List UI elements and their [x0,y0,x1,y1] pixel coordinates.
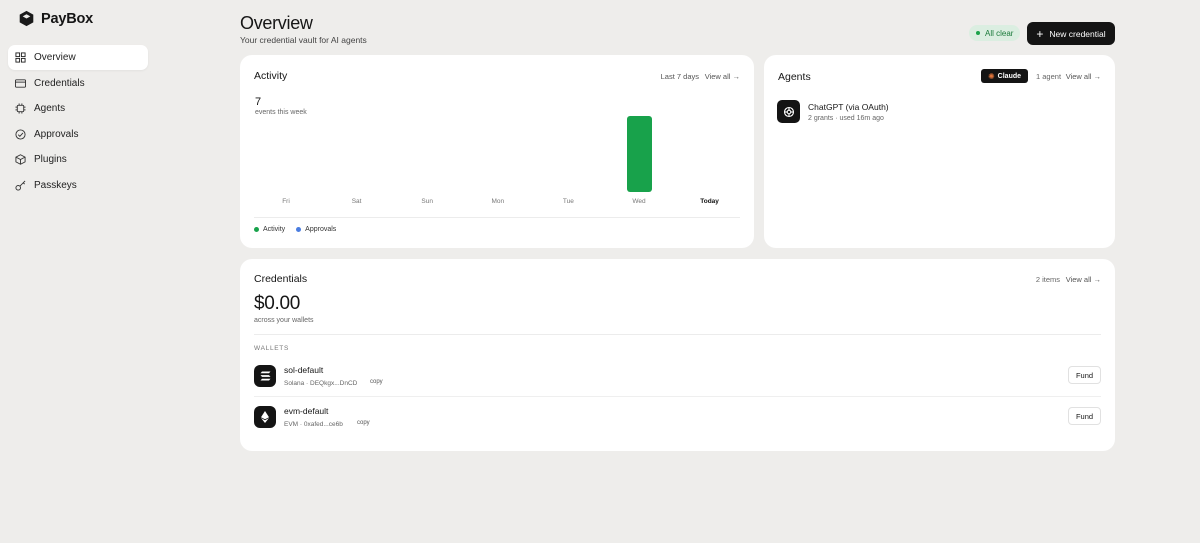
legend-dot [296,227,302,232]
grid-icon [15,52,26,63]
wallet-name: evm-default [284,406,329,416]
activity-card: Activity Last 7 days View all → 7 events… [240,55,754,248]
page-title: Overview [240,13,313,33]
sidebar-item-label: Plugins [34,154,67,166]
credentials-count: 2 items [1035,275,1060,284]
sidebar-item-credentials[interactable]: Credentials [8,71,148,96]
day-label-today: Today [700,198,719,205]
agents-view-all-link[interactable]: View all → [1066,72,1101,81]
activity-title: Activity [254,70,288,82]
fund-button[interactable]: Fund [1068,407,1101,425]
fund-button[interactable]: Fund [1068,366,1101,384]
sidebar-item-agents[interactable]: Agents [8,96,148,121]
agent-meta: 2 grants · used 16m ago [808,115,884,122]
day-label-tue: Tue [562,198,574,205]
wallet-balance: $0.00 [254,293,301,314]
plus-icon: + [1036,26,1044,41]
activity-view-all-link[interactable]: View all → [705,72,740,81]
status-badge: All clear [969,25,1021,41]
ethereum-icon [254,406,276,428]
copy-address-button[interactable]: copy [370,379,383,385]
claude-badge[interactable]: ✺ Claude [981,69,1028,83]
agent-name: ChatGPT (via OAuth) [808,102,889,112]
bar-wed [626,116,652,192]
activity-legend: Activity Approvals [254,226,336,233]
paybox-logo-icon [19,10,34,27]
cube-icon [15,154,26,166]
divider [254,334,1101,335]
agents-title: Agents [778,71,811,83]
legend-item-approvals: Approvals [296,226,336,233]
activity-day-labels: Fri Sat Sun Mon Tue Wed Today [254,198,740,208]
credentials-view-all-link[interactable]: View all → [1066,275,1101,284]
divider [254,396,1101,397]
divider [254,217,740,218]
key-icon [15,180,26,191]
legend-label: Approvals [305,226,337,233]
wallet-address: EVM · 0xafed...ce6b [284,421,343,428]
sidebar-item-label: Credentials [34,77,85,89]
sidebar-item-label: Approvals [34,128,79,140]
wallet-balance-label: across your wallets [254,317,314,324]
new-credential-button[interactable]: + New credential [1027,22,1115,45]
chip-icon [15,103,26,114]
sidebar-item-approvals[interactable]: Approvals [8,122,148,147]
brand-name: PayBox [41,10,93,27]
sidebar-item-overview[interactable]: Overview [8,45,148,70]
sidebar-item-label: Passkeys [34,179,77,191]
day-label-fri: Fri [282,198,290,205]
credentials-card: Credentials 2 items View all → $0.00 acr… [240,259,1115,451]
activity-range[interactable]: Last 7 days [661,72,699,81]
agent-count: 1 agent [1036,72,1062,81]
activity-count: 7 [255,96,262,108]
wallets-section-label: WALLETS [254,345,290,352]
sidebar-item-plugins[interactable]: Plugins [8,147,148,172]
card-icon [15,78,26,89]
claude-star-icon: ✺ [987,71,995,81]
solana-icon [254,365,276,387]
day-label-sat: Sat [351,198,362,205]
day-label-wed: Wed [632,198,646,205]
claude-badge-label: Claude [997,72,1022,80]
agents-card: Agents ✺ Claude 1 agent View all → ChatG… [764,55,1115,248]
wallet-address: Solana · DEQkgx...DnCD [284,380,358,387]
credentials-title: Credentials [254,273,308,285]
activity-bar-chart [254,115,740,192]
sidebar-nav: Overview Credentials Agents Approvals Pl… [8,45,148,199]
new-credential-label: New credential [1049,28,1106,39]
legend-label: Activity [263,226,286,233]
brand-logo[interactable]: PayBox [18,10,93,27]
check-circle-icon [15,129,26,140]
openai-icon [777,100,800,123]
wallet-row-evm[interactable]: evm-default EVM · 0xafed...ce6b copy Fun… [254,406,1101,436]
copy-address-button[interactable]: copy [357,420,370,426]
sidebar-item-label: Agents [34,103,66,115]
legend-item-activity: Activity [254,226,285,233]
legend-dot [254,227,259,232]
agent-row[interactable]: ChatGPT (via OAuth) 2 grants · used 16m … [777,100,889,123]
sidebar-item-passkeys[interactable]: Passkeys [8,173,148,198]
wallet-name: sol-default [284,365,324,375]
day-label-mon: Mon [491,198,505,205]
page-subtitle: Your credential vault for AI agents [240,35,367,45]
day-label-sun: Sun [421,198,433,205]
sidebar: PayBox Overview Credentials Agents Appro… [0,0,160,543]
wallet-row-sol[interactable]: sol-default Solana · DEQkgx...DnCD copy … [254,365,1101,395]
sidebar-item-label: Overview [34,52,76,63]
